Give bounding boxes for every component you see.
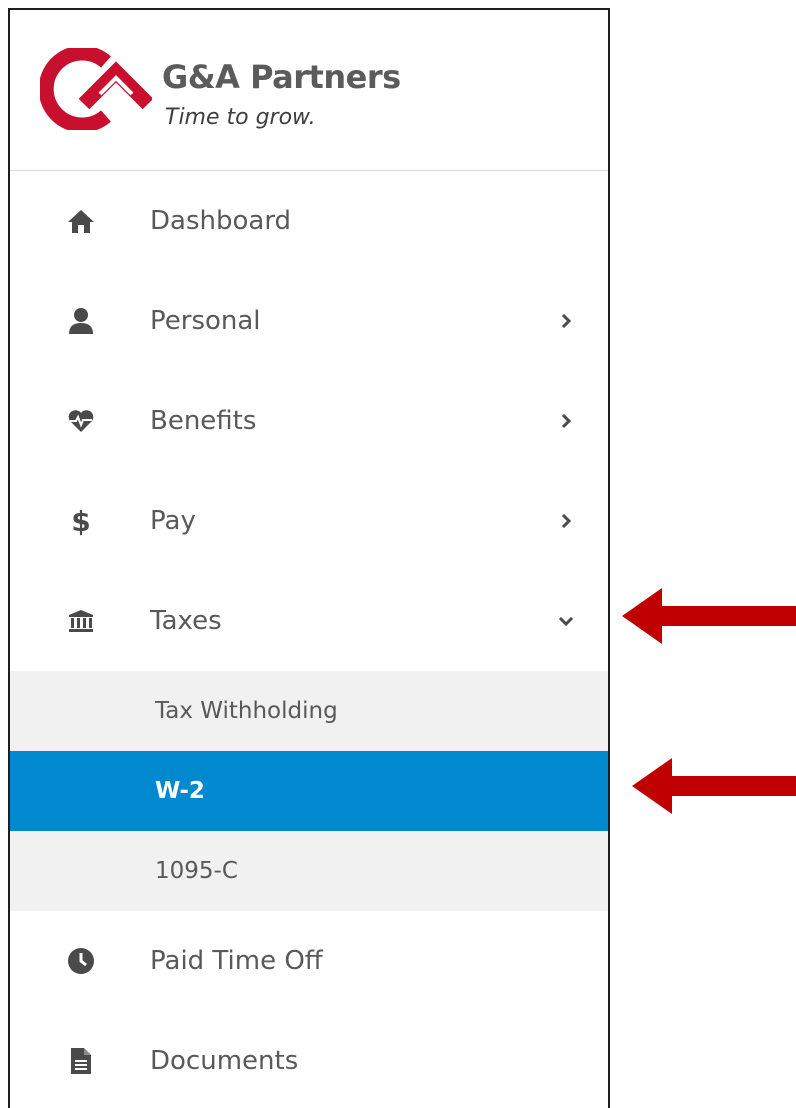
menu-item-personal[interactable]: Personal	[10, 271, 608, 371]
brand-tagline: Time to grow.	[165, 105, 316, 130]
clock-icon	[65, 945, 97, 977]
menu-item-dashboard[interactable]: Dashboard	[10, 171, 608, 271]
chevron-down-icon	[556, 611, 576, 631]
brand-header[interactable]: G&A Partners Time to grow.	[10, 10, 608, 171]
user-icon	[65, 305, 97, 337]
brand-name: G&A Partners	[162, 58, 401, 96]
submenu-item-1095c[interactable]: 1095-C	[10, 831, 608, 911]
menu-item-label: Dashboard	[150, 206, 292, 236]
home-icon	[65, 205, 97, 237]
document-icon	[65, 1045, 97, 1077]
menu-item-pay[interactable]: $ Pay	[10, 471, 608, 571]
chevron-right-icon	[556, 511, 576, 531]
sidebar-nav: G&A Partners Time to grow. Dashboard Per…	[8, 8, 610, 1108]
menu-item-label: Taxes	[150, 606, 222, 636]
taxes-submenu: Tax Withholding W-2 1095-C	[10, 671, 608, 911]
submenu-item-label: Tax Withholding	[155, 698, 338, 724]
menu-item-taxes[interactable]: Taxes	[10, 571, 608, 671]
submenu-item-label: W-2	[155, 778, 205, 804]
annotation-arrow-w2-icon	[632, 758, 796, 814]
menu-item-documents[interactable]: Documents	[10, 1011, 608, 1108]
chevron-right-icon	[556, 411, 576, 431]
main-menu: Dashboard Personal Benefits $ Pay Taxes	[10, 171, 608, 671]
submenu-item-tax-withholding[interactable]: Tax Withholding	[10, 671, 608, 751]
heartbeat-icon	[65, 405, 97, 437]
bank-icon	[65, 605, 97, 637]
menu-item-label: Paid Time Off	[150, 946, 323, 976]
submenu-item-w2[interactable]: W-2	[10, 751, 608, 831]
chevron-right-icon	[556, 311, 576, 331]
annotation-arrow-taxes-icon	[622, 588, 796, 644]
dollar-icon: $	[71, 504, 91, 538]
submenu-item-label: 1095-C	[155, 858, 238, 884]
ga-partners-logo-icon	[40, 48, 152, 130]
menu-item-label: Documents	[150, 1046, 299, 1076]
menu-item-label: Benefits	[150, 406, 257, 436]
menu-item-label: Personal	[150, 306, 261, 336]
main-menu-lower: Paid Time Off Documents	[10, 911, 608, 1108]
menu-item-paid-time-off[interactable]: Paid Time Off	[10, 911, 608, 1011]
menu-item-label: Pay	[150, 506, 196, 536]
menu-item-benefits[interactable]: Benefits	[10, 371, 608, 471]
